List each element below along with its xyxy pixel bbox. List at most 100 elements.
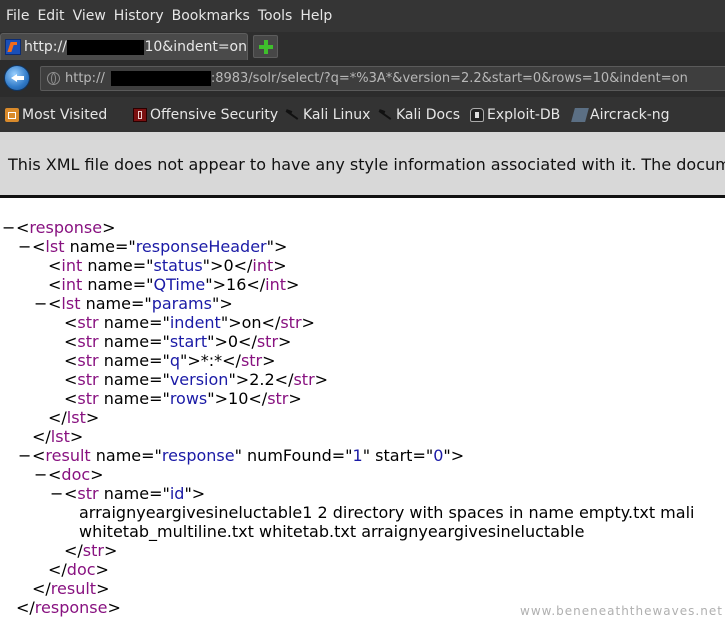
xml-line-response-open: <response> <box>16 218 116 237</box>
site-identity-icon[interactable] <box>47 72 60 85</box>
tag-name: str <box>77 484 99 503</box>
menu-bar: File Edit View History Bookmarks Tools H… <box>0 0 725 32</box>
attr-value: params <box>151 294 212 313</box>
attr-value: q <box>169 351 180 370</box>
attr-value: response <box>161 446 235 465</box>
tag-name: lst <box>50 427 70 446</box>
xml-line-lst-responseheader-close: </lst> <box>32 427 84 446</box>
menu-file[interactable]: File <box>2 0 33 32</box>
xml-line-doc-open: <doc> <box>48 465 104 484</box>
menu-history[interactable]: History <box>110 0 168 32</box>
tag-name: doc <box>61 465 91 484</box>
tag-name: str <box>240 351 263 370</box>
attr-value: start <box>169 332 208 351</box>
bookmark-label: Kali Linux <box>303 106 371 123</box>
element-text: whitetab_multiline.txt whitetab.txt arra… <box>79 522 585 541</box>
bookmarks-toolbar: Most Visited Offensive Security Kali Lin… <box>0 97 725 132</box>
attr-name: name <box>103 332 150 351</box>
collapse-toggle[interactable]: − <box>34 465 47 484</box>
attr-value: status <box>153 256 203 275</box>
xml-line-str-rows: <str name="rows">10</str> <box>64 389 302 408</box>
url-bar[interactable]: http:// :8983/solr/select/?q=*%3A*&versi… <box>40 66 725 91</box>
bookmark-label: Kali Docs <box>396 106 461 123</box>
xml-line-str-id-close: </str> <box>64 541 118 560</box>
menu-view[interactable]: View <box>69 0 110 32</box>
collapse-toggle[interactable]: − <box>18 446 31 465</box>
xml-line-id-text-2: whitetab_multiline.txt whitetab.txt arra… <box>79 522 584 541</box>
bookmark-kali-docs[interactable]: Kali Docs <box>377 97 460 132</box>
attr-value: 1 <box>352 446 363 465</box>
tag-name: str <box>267 389 289 408</box>
menu-tools[interactable]: Tools <box>254 0 297 32</box>
attr-value: id <box>169 484 185 503</box>
xml-line-id-text-1: arraignyeargivesineluctable1 2 directory… <box>79 503 694 522</box>
attr-name: name <box>95 446 142 465</box>
bookmark-label: Offensive Security <box>150 106 279 123</box>
menu-edit[interactable]: Edit <box>33 0 68 32</box>
tag-name: int <box>265 275 287 294</box>
plus-icon <box>258 39 273 54</box>
offensive-security-icon <box>133 107 147 122</box>
tag-name: result <box>50 579 97 598</box>
bookmark-most-visited[interactable]: Most Visited <box>5 97 107 132</box>
folder-icon <box>5 107 19 122</box>
menu-help[interactable]: Help <box>296 0 336 32</box>
tag-name: lst <box>61 294 81 313</box>
redacted-host-block <box>110 71 211 86</box>
collapse-toggle[interactable]: − <box>50 484 63 503</box>
attr-name: name <box>103 370 150 389</box>
attr-name: name <box>103 484 150 503</box>
xml-line-result-close: </result> <box>32 579 110 598</box>
element-text: 2.2 <box>249 370 275 389</box>
xml-line-response-close: </response> <box>16 598 121 617</box>
xml-style-notice: This XML file does not appear to have an… <box>0 132 725 198</box>
collapse-toggle[interactable]: − <box>2 218 15 237</box>
xml-document-tree: − <response> − <lst name="responseHeader… <box>0 198 725 627</box>
bookmark-kali-linux[interactable]: Kali Linux <box>284 97 370 132</box>
bookmark-aircrack-ng[interactable]: Aircrack-ng <box>571 97 670 132</box>
collapse-toggle[interactable]: − <box>18 237 31 256</box>
tab-title-suffix: 10&indent=on <box>144 39 247 55</box>
tag-name: int <box>61 275 83 294</box>
element-text: arraignyeargivesineluctable1 2 directory… <box>79 503 695 522</box>
xml-line-str-id-open: <str name="id"> <box>64 484 206 503</box>
xml-line-str-version: <str name="version">2.2</str> <box>64 370 329 389</box>
attr-value: 0 <box>433 446 444 465</box>
xml-line-str-start: <str name="start">0</str> <box>64 332 292 351</box>
exploit-db-icon <box>470 107 484 122</box>
kali-dragon-icon <box>284 108 300 122</box>
element-text: *:* <box>200 351 223 370</box>
tab-solr-select[interactable]: http:// 10&indent=on <box>0 33 248 60</box>
xml-line-lst-params-close: </lst> <box>48 408 100 427</box>
xml-line-lst-params: <lst name="params"> <box>48 294 233 313</box>
bookmark-label: Exploit-DB <box>487 106 561 123</box>
xml-line-lst-responseheader: <lst name="responseHeader"> <box>32 237 288 256</box>
aircrack-icon <box>571 107 589 122</box>
xml-line-int-status: <int name="status">0</int> <box>48 256 287 275</box>
new-tab-button[interactable] <box>253 35 278 58</box>
tag-name: lst <box>66 408 86 427</box>
menu-bookmarks[interactable]: Bookmarks <box>168 0 254 32</box>
xml-line-result-open: <result name="response" numFound="1" sta… <box>32 446 465 465</box>
bookmark-offensive-security[interactable]: Offensive Security <box>133 97 278 132</box>
attr-value: rows <box>169 389 208 408</box>
bookmark-exploit-db[interactable]: Exploit-DB <box>470 97 560 132</box>
tag-name: str <box>293 370 315 389</box>
collapse-toggle[interactable]: − <box>34 294 47 313</box>
element-text: 10 <box>228 389 249 408</box>
back-button[interactable] <box>4 65 30 91</box>
tag-name: str <box>256 332 279 351</box>
attr-name: name <box>87 275 133 294</box>
element-text: 16 <box>226 275 247 294</box>
firefox-page-icon <box>5 39 21 55</box>
attr-value: version <box>169 370 229 389</box>
tag-name: str <box>77 389 99 408</box>
attr-name: name <box>69 237 115 256</box>
tag-name: lst <box>45 237 65 256</box>
tag-name: str <box>77 351 99 370</box>
element-text: on <box>241 313 262 332</box>
bookmark-label: Aircrack-ng <box>590 106 670 123</box>
navigation-bar: http:// :8983/solr/select/?q=*%3A*&versi… <box>0 60 725 97</box>
attr-name: name <box>85 294 131 313</box>
attr-value: indent <box>169 313 221 332</box>
